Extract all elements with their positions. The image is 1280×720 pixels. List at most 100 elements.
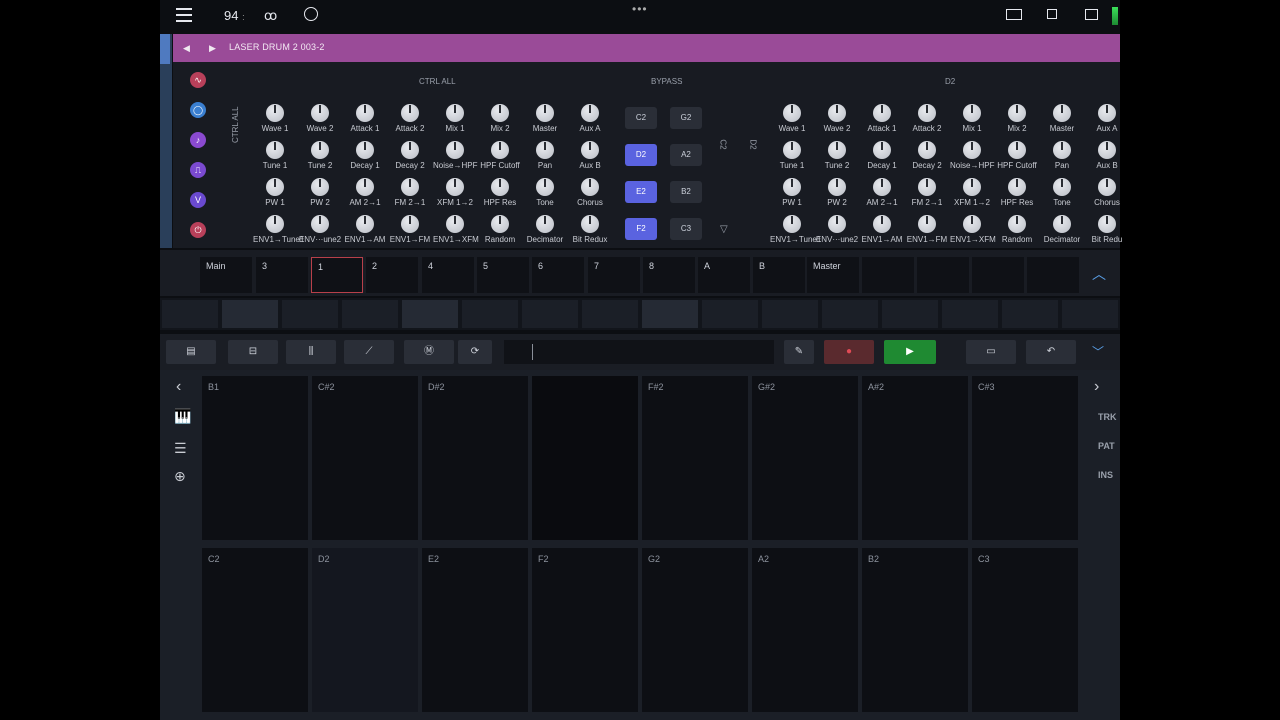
drum-pad[interactable]: G#2: [752, 376, 858, 540]
knob-dial[interactable]: [356, 215, 374, 233]
knob[interactable]: ENV1→XFM: [950, 215, 996, 244]
knob-dial[interactable]: [1008, 215, 1026, 233]
knob-dial[interactable]: [311, 178, 329, 196]
knob-dial[interactable]: [783, 178, 801, 196]
knob[interactable]: Chorus: [568, 178, 612, 207]
knob-dial[interactable]: [266, 215, 284, 233]
step-cell[interactable]: [162, 300, 218, 328]
knob[interactable]: Random: [995, 215, 1039, 244]
knob[interactable]: PW 1: [770, 178, 814, 207]
knob[interactable]: Tune 1: [770, 141, 814, 170]
knob[interactable]: Decimator: [1040, 215, 1084, 244]
window-icon[interactable]: [1047, 9, 1057, 19]
knob-dial[interactable]: [311, 141, 329, 159]
knob-dial[interactable]: [581, 178, 599, 196]
step-cell[interactable]: [942, 300, 998, 328]
knob[interactable]: Decay 1: [343, 141, 387, 170]
step-cell[interactable]: [342, 300, 398, 328]
knob-dial[interactable]: [266, 141, 284, 159]
bypass-pad[interactable]: C2: [625, 107, 657, 129]
step-cell[interactable]: [642, 300, 698, 328]
drum-pad[interactable]: D2: [312, 548, 418, 712]
track-tab[interactable]: 4: [422, 257, 474, 293]
circle-icon[interactable]: ◯: [190, 102, 206, 118]
knob-dial[interactable]: [828, 104, 846, 122]
chevron-up-icon[interactable]: ︿: [1092, 264, 1106, 284]
note-icon[interactable]: ♪: [190, 132, 206, 148]
edit-icon[interactable]: ✎: [784, 340, 814, 364]
knob[interactable]: Noise→HPF: [950, 141, 994, 170]
knob-dial[interactable]: [446, 104, 464, 122]
undo-icon[interactable]: ↶: [1026, 340, 1076, 364]
knob-dial[interactable]: [1098, 178, 1116, 196]
timeline-bar[interactable]: [504, 340, 774, 364]
automation-icon[interactable]: ⟋: [344, 340, 394, 364]
knob[interactable]: Attack 1: [343, 104, 387, 133]
add-icon[interactable]: ⊕: [174, 468, 186, 485]
knob-dial[interactable]: [873, 215, 891, 233]
knob[interactable]: Bit Redu: [1085, 215, 1129, 244]
knob-dial[interactable]: [266, 178, 284, 196]
knob-dial[interactable]: [491, 178, 509, 196]
knob[interactable]: Decay 2: [388, 141, 432, 170]
knob[interactable]: Aux A: [568, 104, 612, 133]
knob-dial[interactable]: [536, 178, 554, 196]
track-tab[interactable]: 2: [366, 257, 418, 293]
list-icon[interactable]: ▤: [166, 340, 216, 364]
knob-dial[interactable]: [401, 104, 419, 122]
knob-dial[interactable]: [311, 104, 329, 122]
knob[interactable]: Noise→HPF: [433, 141, 477, 170]
drum-pad[interactable]: E2: [422, 548, 528, 712]
knob[interactable]: HPF Cutoff: [995, 141, 1039, 170]
knob[interactable]: ENV1→FM: [388, 215, 432, 244]
track-tab[interactable]: 5: [477, 257, 529, 293]
step-cell[interactable]: [882, 300, 938, 328]
chevron-left-icon[interactable]: ‹: [176, 378, 181, 396]
knob[interactable]: Mix 1: [433, 104, 477, 133]
knob[interactable]: Mix 2: [478, 104, 522, 133]
power-icon[interactable]: ⏻: [190, 222, 206, 238]
knob[interactable]: Chorus: [1085, 178, 1129, 207]
empty-track-tab[interactable]: [1027, 257, 1079, 293]
knob[interactable]: PW 2: [815, 178, 859, 207]
step-cell[interactable]: [1002, 300, 1058, 328]
knob-dial[interactable]: [1008, 141, 1026, 159]
knob-dial[interactable]: [1098, 141, 1116, 159]
track-tab[interactable]: Main: [200, 257, 252, 293]
step-cell[interactable]: [822, 300, 878, 328]
knob[interactable]: Pan: [1040, 141, 1084, 170]
tape-icon[interactable]: ꝏ: [264, 8, 277, 24]
bypass-pad[interactable]: E2: [625, 181, 657, 203]
knob-dial[interactable]: [581, 104, 599, 122]
knob[interactable]: Wave 2: [815, 104, 859, 133]
drum-pad[interactable]: F2: [532, 548, 638, 712]
knob-dial[interactable]: [1053, 178, 1071, 196]
knob[interactable]: XFM 1→2: [950, 178, 994, 207]
knob[interactable]: HPF Res: [995, 178, 1039, 207]
knob[interactable]: ENV1→Tune1: [770, 215, 821, 244]
knob-dial[interactable]: [266, 104, 284, 122]
knob[interactable]: Tune 1: [253, 141, 297, 170]
knob-dial[interactable]: [918, 104, 936, 122]
knob-dial[interactable]: [356, 104, 374, 122]
knob[interactable]: Bit Redux: [568, 215, 612, 244]
track-tab[interactable]: 6: [532, 257, 584, 293]
knob[interactable]: Tune 2: [815, 141, 859, 170]
knob-dial[interactable]: [1098, 104, 1116, 122]
ins-label[interactable]: INS: [1098, 470, 1113, 480]
bypass-pad[interactable]: D2: [625, 144, 657, 166]
knob-dial[interactable]: [918, 141, 936, 159]
step-cell[interactable]: [522, 300, 578, 328]
knob-dial[interactable]: [311, 215, 329, 233]
knob[interactable]: Master: [1040, 104, 1084, 133]
track-tab[interactable]: B: [753, 257, 805, 293]
step-cell[interactable]: [702, 300, 758, 328]
empty-track-tab[interactable]: [862, 257, 914, 293]
keyboard-icon[interactable]: 🎹: [174, 408, 191, 425]
knob[interactable]: Wave 2: [298, 104, 342, 133]
knob[interactable]: ENV···une2: [298, 215, 342, 244]
knob[interactable]: FM 2→1: [905, 178, 949, 207]
knob-dial[interactable]: [918, 215, 936, 233]
knob-dial[interactable]: [1053, 141, 1071, 159]
bypass-pad[interactable]: F2: [625, 218, 657, 240]
